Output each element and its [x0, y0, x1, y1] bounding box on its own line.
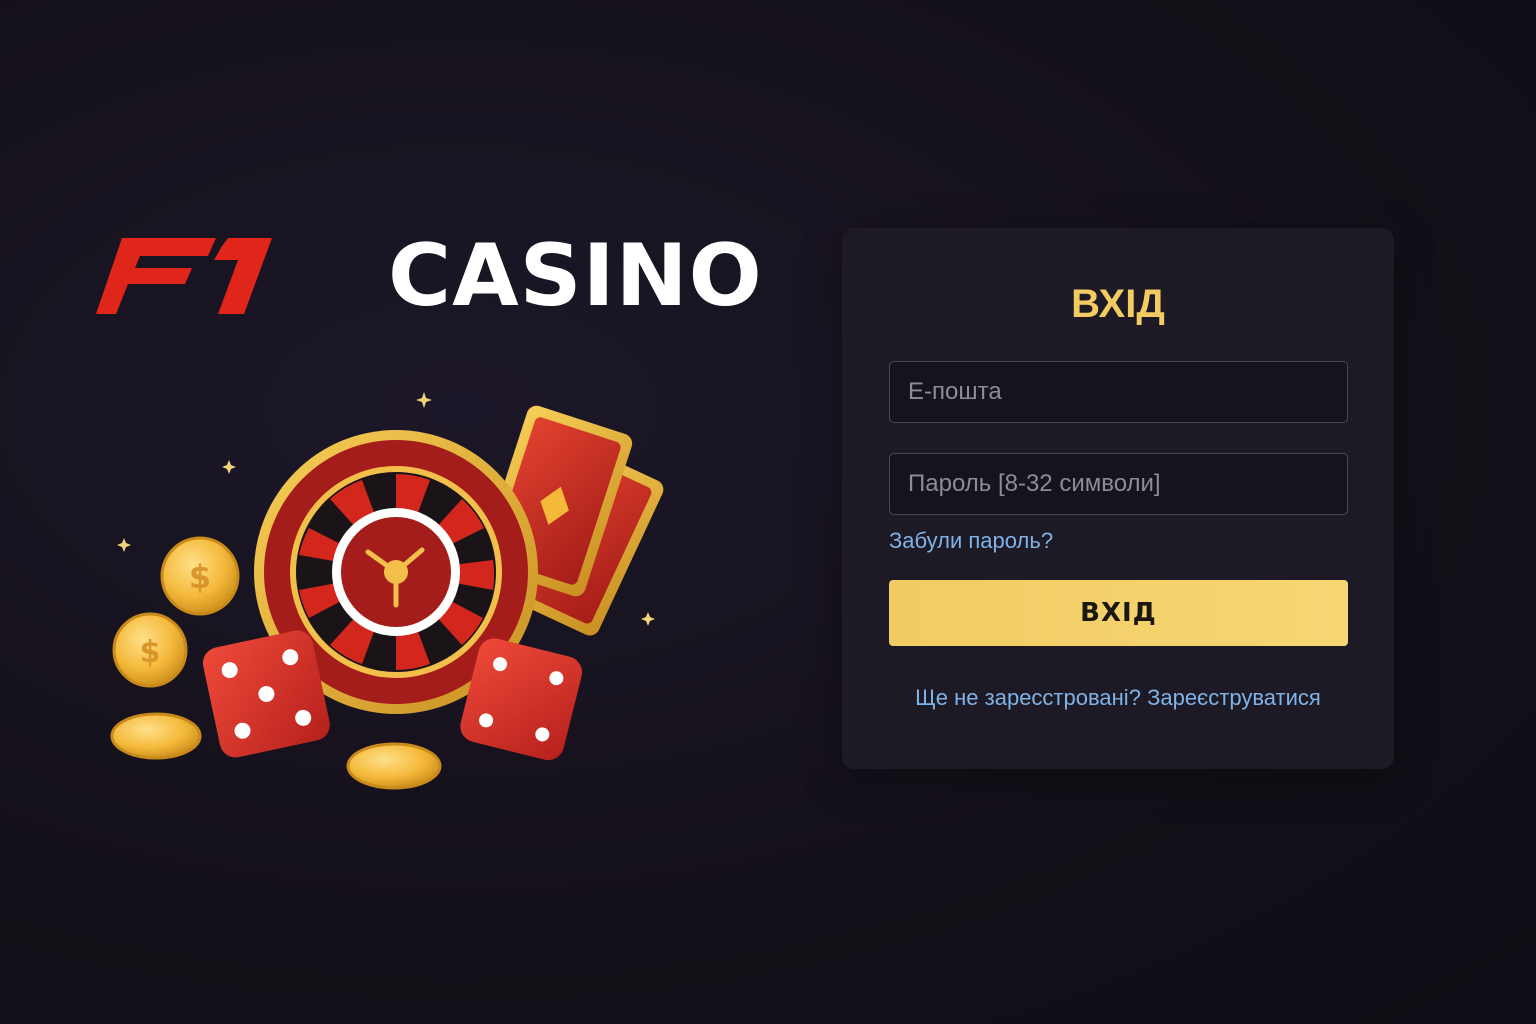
f1-logo-mark [96, 238, 272, 314]
login-title: ВХІД [1071, 282, 1165, 326]
forgot-password-link[interactable]: Забули пароль? [889, 527, 1053, 555]
brand-logo: CASINO [96, 228, 762, 324]
login-page: CASINO $ $ ВХІД Е-пошта Забули пароль? В… [0, 0, 1536, 1024]
register-link[interactable]: Зареєструватися [1147, 685, 1321, 710]
register-prompt-text: Ще не заресстровані? [915, 685, 1141, 710]
svg-text:$: $ [140, 635, 161, 670]
casino-illustration: $ $ [110, 392, 664, 790]
brand-word: CASINO [388, 226, 763, 326]
email-input[interactable] [889, 361, 1348, 423]
register-prompt: Ще не заресстровані? Зареєструватися [842, 684, 1394, 712]
password-input[interactable] [889, 453, 1348, 515]
login-button[interactable]: ВХІД [889, 580, 1348, 646]
svg-text:$: $ [189, 558, 211, 596]
